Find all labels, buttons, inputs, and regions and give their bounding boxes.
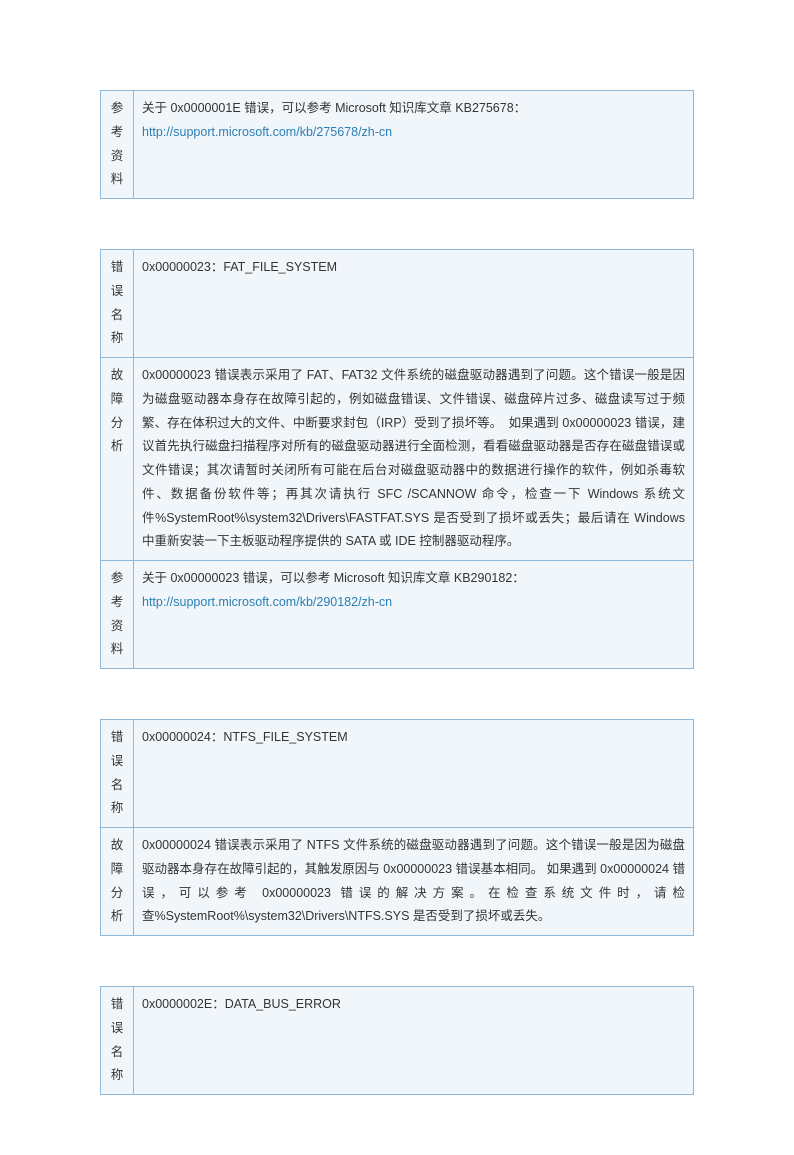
table-row: 参考资料 关于 0x0000001E 错误，可以参考 Microsoft 知识库… — [101, 91, 694, 199]
info-table-3: 错误名称 0x00000024：NTFS_FILE_SYSTEM 故障分析 0x… — [100, 719, 694, 936]
table-row: 参考资料 关于 0x00000023 错误，可以参考 Microsoft 知识库… — [101, 561, 694, 669]
info-table-2: 错误名称 0x00000023：FAT_FILE_SYSTEM 故障分析 0x0… — [100, 249, 694, 669]
table-row: 错误名称 0x0000002E：DATA_BUS_ERROR — [101, 987, 694, 1095]
info-table-4: 错误名称 0x0000002E：DATA_BUS_ERROR — [100, 986, 694, 1095]
row-label: 错误名称 — [101, 250, 134, 358]
row-label: 参考资料 — [101, 91, 134, 199]
error-name-text: 0x0000002E：DATA_BUS_ERROR — [142, 997, 341, 1011]
table-row: 错误名称 0x00000023：FAT_FILE_SYSTEM — [101, 250, 694, 358]
row-content: 关于 0x0000001E 错误，可以参考 Microsoft 知识库文章 KB… — [134, 91, 694, 199]
reference-text: 关于 0x00000023 错误，可以参考 Microsoft 知识库文章 KB… — [142, 571, 525, 585]
row-label: 故障分析 — [101, 828, 134, 936]
row-label: 参考资料 — [101, 561, 134, 669]
reference-link[interactable]: http://support.microsoft.com/kb/290182/z… — [142, 595, 392, 609]
row-label: 故障分析 — [101, 358, 134, 561]
reference-link[interactable]: http://support.microsoft.com/kb/275678/z… — [142, 125, 392, 139]
error-name-cell: 0x00000024：NTFS_FILE_SYSTEM — [134, 720, 694, 828]
analysis-cell: 0x00000024 错误表示采用了 NTFS 文件系统的磁盘驱动器遇到了问题。… — [134, 828, 694, 936]
reference-cell: 关于 0x00000023 错误，可以参考 Microsoft 知识库文章 KB… — [134, 561, 694, 669]
table-row: 错误名称 0x00000024：NTFS_FILE_SYSTEM — [101, 720, 694, 828]
table-row: 故障分析 0x00000023 错误表示采用了 FAT、FAT32 文件系统的磁… — [101, 358, 694, 561]
analysis-cell: 0x00000023 错误表示采用了 FAT、FAT32 文件系统的磁盘驱动器遇… — [134, 358, 694, 561]
row-label: 错误名称 — [101, 987, 134, 1095]
row-label: 错误名称 — [101, 720, 134, 828]
document-page: 参考资料 关于 0x0000001E 错误，可以参考 Microsoft 知识库… — [0, 0, 794, 1155]
reference-text: 关于 0x0000001E 错误，可以参考 Microsoft 知识库文章 KB… — [142, 101, 526, 115]
error-name-text: 0x00000024：NTFS_FILE_SYSTEM — [142, 730, 348, 744]
info-table-1: 参考资料 关于 0x0000001E 错误，可以参考 Microsoft 知识库… — [100, 90, 694, 199]
table-row: 故障分析 0x00000024 错误表示采用了 NTFS 文件系统的磁盘驱动器遇… — [101, 828, 694, 936]
error-name-text: 0x00000023：FAT_FILE_SYSTEM — [142, 260, 337, 274]
analysis-text: 0x00000023 错误表示采用了 FAT、FAT32 文件系统的磁盘驱动器遇… — [142, 368, 685, 548]
error-name-cell: 0x0000002E：DATA_BUS_ERROR — [134, 987, 694, 1095]
analysis-text: 0x00000024 错误表示采用了 NTFS 文件系统的磁盘驱动器遇到了问题。… — [142, 838, 685, 923]
error-name-cell: 0x00000023：FAT_FILE_SYSTEM — [134, 250, 694, 358]
